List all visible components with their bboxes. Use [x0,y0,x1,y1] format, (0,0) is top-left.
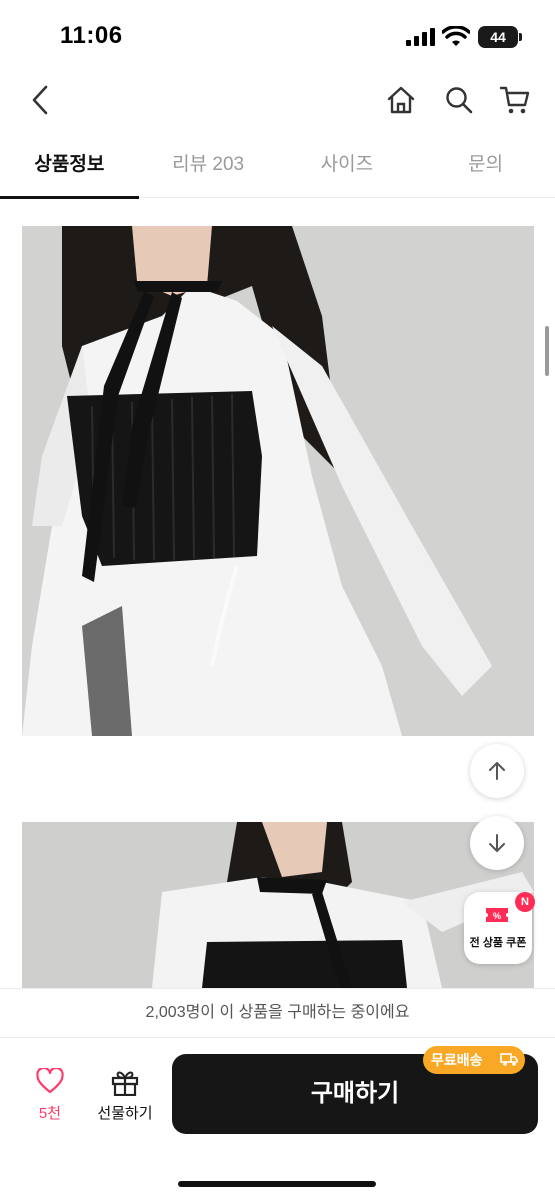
tab-size[interactable]: 사이즈 [278,140,417,198]
chevron-left-icon [32,85,48,115]
gift-label: 선물하기 [97,1105,153,1122]
gift-icon [111,1071,139,1096]
cart-icon [499,86,530,114]
home-indicator [178,1181,376,1187]
like-button[interactable]: 5천 [22,1068,78,1128]
product-image-2 [22,822,534,988]
product-tabs: 상품정보 리뷰 203 사이즈 문의 [0,140,555,199]
cellular-signal-icon [406,28,435,46]
product-photo-illustration-2 [22,822,534,988]
purchase-count-notice: 2,003명이 이 상품을 구매하는 중이에요 [0,988,555,1038]
cart-button[interactable] [496,80,534,120]
coupon-label: 전 상품 쿠폰 [469,937,527,949]
battery-tip [519,33,522,41]
new-badge: N [515,892,535,912]
scroll-down-button[interactable] [470,816,524,870]
battery-indicator: 44 [478,26,518,48]
tab-product-info[interactable]: 상품정보 [0,140,139,199]
free-shipping-badge: 무료배송 [423,1046,525,1074]
svg-text:%: % [493,911,501,921]
like-count: 5천 [38,1105,62,1122]
home-button[interactable] [382,80,420,120]
home-icon [387,86,415,114]
product-image-1 [22,226,534,736]
wifi-icon [442,26,470,46]
truck-icon [500,1053,518,1066]
search-icon [446,87,473,114]
coupon-icon: % [486,908,508,922]
bottom-action-bar: 5천 선물하기 구매하기 무료배송 [0,1038,555,1200]
tab-inquiry[interactable]: 문의 [416,140,555,198]
tab-reviews[interactable]: 리뷰 203 [139,140,278,198]
scroll-indicator[interactable] [545,326,549,376]
search-button[interactable] [440,80,478,120]
scroll-up-button[interactable] [470,744,524,798]
heart-icon [36,1068,64,1094]
back-button[interactable] [22,80,58,120]
status-time: 11:06 [60,22,123,49]
free-shipping-label: 무료배송 [431,1052,483,1068]
app-header [0,72,555,128]
product-photo-illustration [22,226,534,736]
gift-button[interactable]: 선물하기 [92,1068,158,1128]
status-bar: 11:06 44 [0,0,555,72]
arrow-up-icon [489,762,505,780]
arrow-down-icon [489,834,505,852]
